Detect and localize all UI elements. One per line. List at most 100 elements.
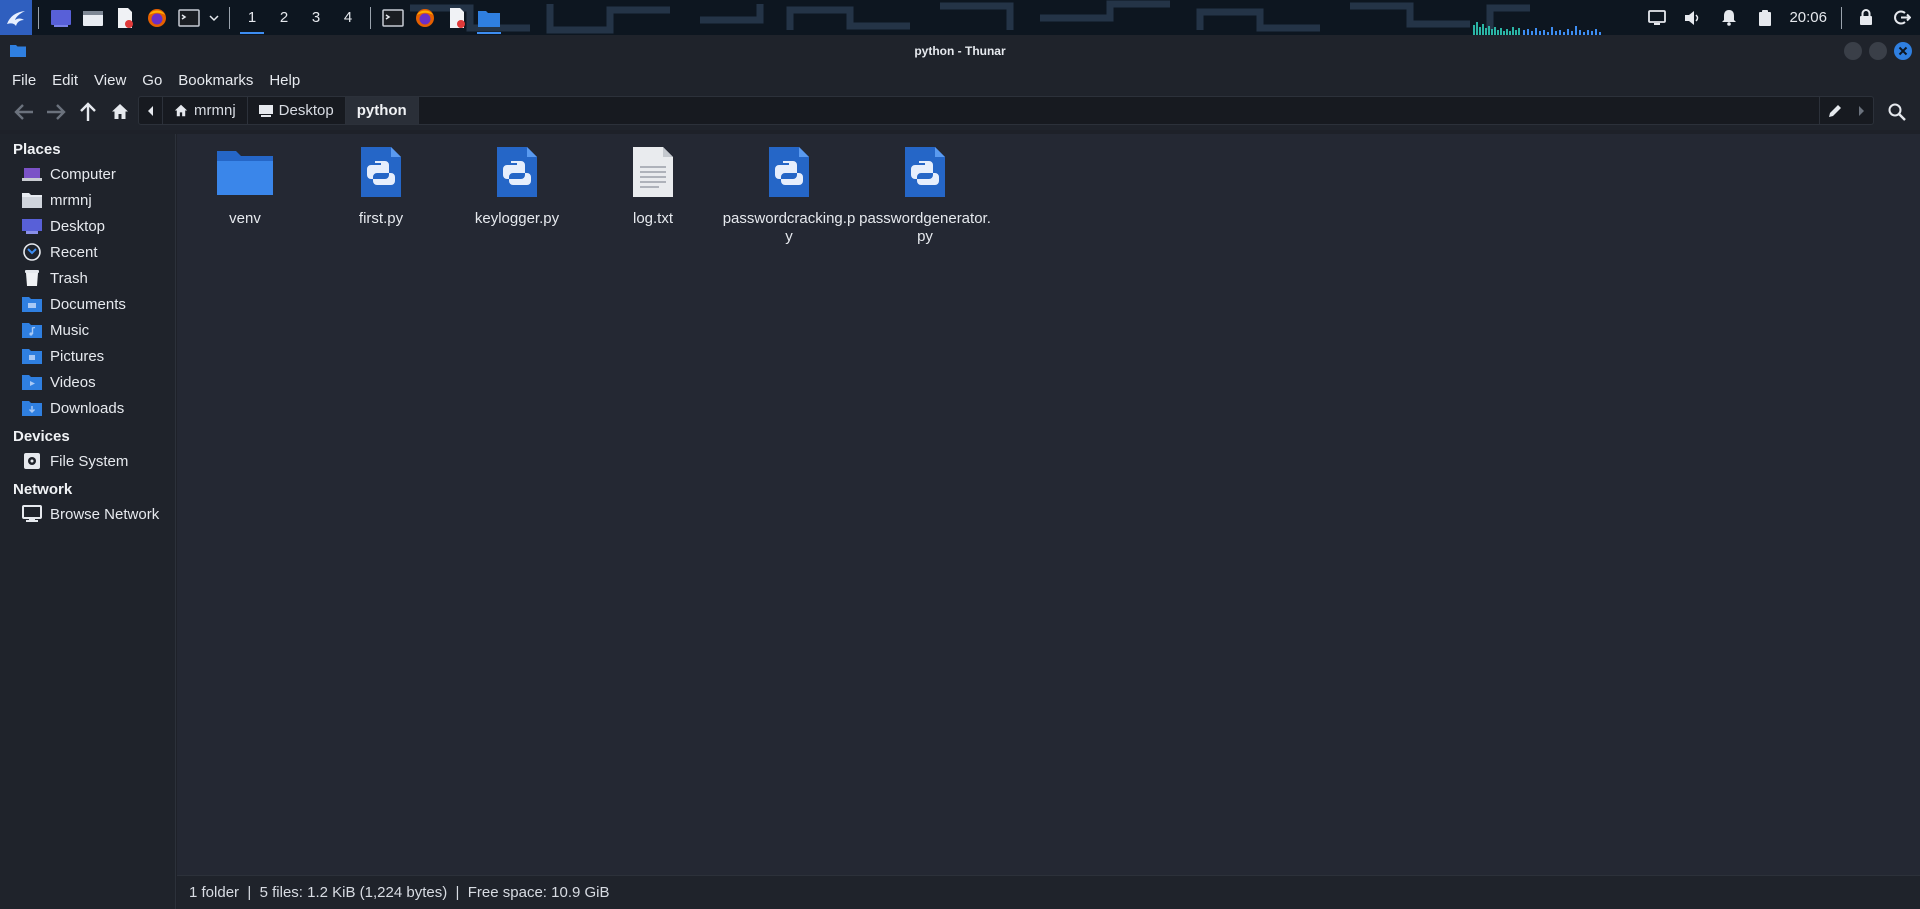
sidebar-item-label: Trash xyxy=(50,269,88,287)
text-editor-launcher[interactable] xyxy=(109,0,141,35)
top-panel: 1 2 3 4 20:06 xyxy=(0,0,1920,35)
forward-button[interactable] xyxy=(40,97,72,127)
breadcrumb-desktop[interactable]: Desktop xyxy=(248,97,346,124)
search-button[interactable] xyxy=(1882,97,1912,127)
file-name: passwordgenerator.py xyxy=(859,210,991,245)
file-item-first-py[interactable]: first.py xyxy=(313,140,449,228)
downloads-folder-icon xyxy=(22,398,42,418)
sidebar-item-label: File System xyxy=(50,452,129,470)
window-controls xyxy=(1844,42,1912,60)
sidebar-item-recent[interactable]: Recent xyxy=(0,239,175,265)
up-button[interactable] xyxy=(72,97,104,127)
sidebar-item-downloads[interactable]: Downloads xyxy=(0,395,175,421)
back-button[interactable] xyxy=(8,97,40,127)
network-icon xyxy=(22,504,42,524)
file-item-keylogger-py[interactable]: keylogger.py xyxy=(449,140,585,228)
up-icon xyxy=(80,101,96,121)
task-text-editor[interactable] xyxy=(441,0,473,35)
firefox-icon xyxy=(148,8,166,27)
home-icon xyxy=(174,104,188,117)
sidebar-header-network: Network xyxy=(13,481,73,498)
sidebar-item-mrmnj[interactable]: mrmnj xyxy=(0,187,175,213)
menu-view[interactable]: View xyxy=(86,72,134,89)
logout-button[interactable] xyxy=(1884,0,1920,35)
folder-icon xyxy=(478,10,500,27)
terminal-icon xyxy=(382,8,404,27)
minimize-button[interactable] xyxy=(1844,42,1862,60)
sidebar-item-label: Desktop xyxy=(50,217,106,235)
edit-location-button[interactable] xyxy=(1819,97,1849,124)
kali-dragon-icon xyxy=(7,10,25,26)
breadcrumb-scroll-right[interactable] xyxy=(1849,97,1873,124)
breadcrumb-label: mrmnj xyxy=(194,102,236,119)
sidebar-item-label: Recent xyxy=(50,243,98,261)
menu-edit[interactable]: Edit xyxy=(44,72,86,89)
sidebar-item-browse-network[interactable]: Browse Network xyxy=(0,501,175,527)
clipboard-button[interactable] xyxy=(1747,0,1783,35)
sidebar-item-computer[interactable]: Computer xyxy=(0,161,175,187)
sidebar-item-label: Pictures xyxy=(50,347,105,365)
cpu-graph xyxy=(1473,22,1602,35)
display-icon xyxy=(1648,9,1667,25)
task-terminal[interactable] xyxy=(377,0,409,35)
file-manager-launcher[interactable] xyxy=(77,0,109,35)
close-button[interactable] xyxy=(1894,42,1912,60)
lock-screen-button[interactable] xyxy=(1848,0,1884,35)
menubar: File Edit View Go Bookmarks Help xyxy=(0,67,1920,93)
sidebar-item-trash[interactable]: Trash xyxy=(0,265,175,291)
file-name: venv xyxy=(229,210,261,227)
sidebar-item-label: Computer xyxy=(50,165,116,183)
menu-bookmarks[interactable]: Bookmarks xyxy=(170,72,261,89)
sidebar-item-desktop[interactable]: Desktop xyxy=(0,213,175,239)
sidebar-item-music[interactable]: Music xyxy=(0,317,175,343)
toolbar: mrmnj Desktop python xyxy=(0,93,1920,130)
clock[interactable]: 20:06 xyxy=(1783,9,1835,26)
workspace-2[interactable]: 2 xyxy=(268,0,300,35)
menu-go[interactable]: Go xyxy=(134,72,170,89)
maximize-button[interactable] xyxy=(1869,42,1887,60)
file-item-passwordcracking-py[interactable]: passwordcracking.py xyxy=(721,140,857,246)
file-item-venv[interactable]: venv xyxy=(177,140,313,228)
sidebar-item-label: Music xyxy=(50,321,90,339)
workspace-1[interactable]: 1 xyxy=(236,0,268,35)
status-text: 1 folder | 5 files: 1.2 KiB (1,224 bytes… xyxy=(189,884,610,901)
volume-button[interactable] xyxy=(1675,0,1711,35)
breadcrumb-scroll-left[interactable] xyxy=(139,97,163,124)
sidebar-item-documents[interactable]: Documents xyxy=(0,291,175,317)
terminal-launcher[interactable] xyxy=(173,0,205,35)
sidebar-item-label: Documents xyxy=(50,295,126,313)
panel-separator xyxy=(370,6,371,29)
firefox-launcher[interactable] xyxy=(141,0,173,35)
workspace-3[interactable]: 3 xyxy=(300,0,332,35)
search-icon xyxy=(1888,103,1906,121)
folder-icon xyxy=(213,140,277,204)
show-desktop-button[interactable] xyxy=(45,0,77,35)
breadcrumb-python[interactable]: python xyxy=(345,97,419,124)
python-file-icon xyxy=(485,140,549,204)
sidebar-item-videos[interactable]: Videos xyxy=(0,369,175,395)
breadcrumb-home[interactable]: mrmnj xyxy=(163,97,248,124)
task-thunar[interactable] xyxy=(473,0,505,35)
menu-help[interactable]: Help xyxy=(261,72,308,89)
documents-folder-icon xyxy=(22,294,42,314)
task-firefox[interactable] xyxy=(409,0,441,35)
kali-menu-button[interactable] xyxy=(0,0,32,35)
display-button[interactable] xyxy=(1639,0,1675,35)
window-app-icon[interactable] xyxy=(10,44,26,62)
home-button[interactable] xyxy=(104,97,136,127)
window-titlebar[interactable]: python - Thunar xyxy=(0,35,1920,67)
sidebar-item-label: Downloads xyxy=(50,399,125,417)
sidebar-item-pictures[interactable]: Pictures xyxy=(0,343,175,369)
file-item-passwordgenerator-py[interactable]: passwordgenerator.py xyxy=(857,140,993,246)
file-view[interactable]: venv first.py keylogger.py log.txt passw… xyxy=(177,134,1920,875)
terminal-dropdown-button[interactable] xyxy=(205,0,223,35)
clipboard-icon xyxy=(1759,9,1772,26)
notifications-button[interactable] xyxy=(1711,0,1747,35)
menu-file[interactable]: File xyxy=(4,72,44,89)
workspace-4[interactable]: 4 xyxy=(332,0,364,35)
videos-folder-icon xyxy=(22,372,42,392)
sidebar-item-file-system[interactable]: File System xyxy=(0,448,175,474)
bell-icon xyxy=(1722,10,1737,26)
file-item-log-txt[interactable]: log.txt xyxy=(585,140,721,228)
panel-system-tray: 20:06 xyxy=(1471,0,1920,35)
